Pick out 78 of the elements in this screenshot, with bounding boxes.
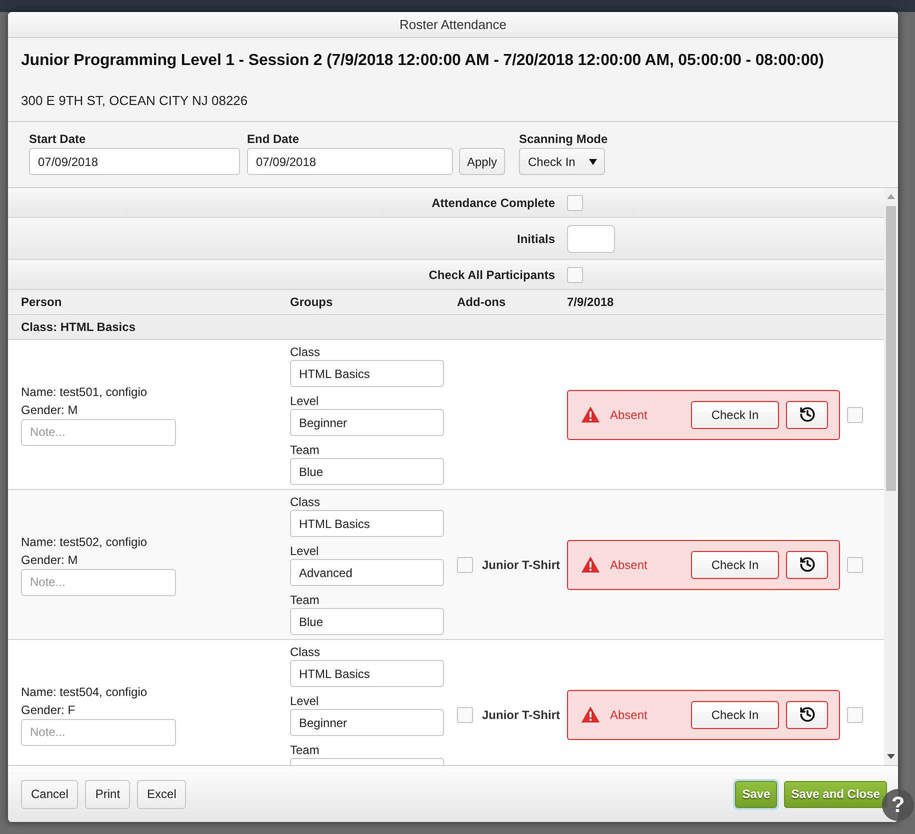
option-label: Initials [516,232,555,246]
scroll-up-icon[interactable] [887,194,895,199]
caret-icon [589,158,597,164]
participant-gender: Gender: M [21,402,78,418]
field-label: Start Date [29,132,86,147]
status-label: Absent [610,708,648,722]
note-field[interactable]: Note... [21,718,176,746]
group-field[interactable]: Beginner [290,409,444,436]
footer-button[interactable]: Excel [137,780,186,808]
participant-name: Name: test501, configio [21,384,148,400]
group-label: Class: HTML Basics [21,320,136,334]
group-field[interactable]: Blue [290,608,444,635]
initials-field[interactable] [567,224,615,252]
addon-label: Junior T-Shirt [482,708,560,722]
group-field-label: Class [290,345,320,359]
group-field[interactable]: Advanced [290,559,444,586]
warning-icon [581,406,600,423]
check-in-button[interactable]: Check In [691,700,779,728]
participant-gender: Gender: M [21,552,78,568]
scroll-down-icon[interactable] [887,754,895,759]
group-field-label: Team [290,593,320,607]
note-field[interactable]: Note... [21,568,176,596]
column-header: Person [21,295,62,309]
checkbox[interactable] [567,266,583,282]
note-field[interactable]: Note... [21,418,176,446]
group-field-label: Level [290,544,319,558]
scrollbar[interactable] [884,188,898,765]
column-header: Add-ons [457,295,506,309]
session-title: Junior Programming Level 1 - Session 2 (7/9/2018 12:00:00 AM - 7/20/2018 12:00:00 AM, 05:00:00 - 08:00:00) [21,51,824,71]
history-icon [798,406,816,423]
participant-name: Name: test504, configio [21,684,148,700]
history-icon [798,706,816,723]
history-button[interactable] [786,700,828,728]
date-field[interactable]: 07/09/2018 [247,148,453,175]
participant-gender: Gender: F [21,702,76,718]
group-field[interactable]: HTML Basics [290,360,444,387]
date-field[interactable]: 07/09/2018 [29,148,240,175]
column-header: 7/9/2018 [567,295,614,309]
dialog-title: Roster Attendance [400,17,506,32]
group-field-label: Team [290,443,320,457]
status-label: Absent [610,408,648,422]
history-icon [798,556,816,573]
column-header: Groups [290,295,333,309]
group-field-label: Class [290,645,320,659]
addon-label: Junior T-Shirt [482,558,560,572]
group-field[interactable]: HTML Basics [290,660,444,687]
field-label: Scanning Mode [519,132,608,147]
option-label: Check All Participants [428,268,555,282]
checkbox[interactable] [457,706,473,722]
checkbox[interactable] [847,556,863,572]
checkbox[interactable] [847,706,863,722]
scrollbar-thumb[interactable] [886,206,896,491]
warning-icon [581,556,600,573]
help-button[interactable]: ? [882,789,914,821]
group-field-label: Level [290,694,319,708]
footer-button[interactable]: Cancel [21,780,78,808]
history-button[interactable] [786,550,828,578]
group-field-label: Team [290,743,320,757]
group-field-label: Class [290,495,320,509]
apply-button[interactable]: Apply [459,148,506,175]
group-field[interactable]: Beginner [290,709,444,736]
group-field[interactable]: HTML Basics [290,510,444,537]
group-field-label: Level [290,394,319,408]
group-field[interactable]: Blue [290,458,444,485]
address-text: 300 E 9TH ST, OCEAN CITY NJ 08226 [21,93,248,109]
check-in-button[interactable]: Check In [691,400,779,428]
scanning-mode-select[interactable]: Check In [519,148,605,175]
option-label: Attendance Complete [432,196,555,210]
footer-button[interactable]: Print [85,780,130,808]
field-label: End Date [247,132,300,147]
warning-icon [581,706,600,723]
checkbox[interactable] [847,406,863,422]
participant-name: Name: test502, configio [21,534,148,550]
history-button[interactable] [786,400,828,428]
checkbox[interactable] [567,194,583,210]
status-label: Absent [610,558,648,572]
checkbox[interactable] [457,556,473,572]
check-in-button[interactable]: Check In [691,550,779,578]
